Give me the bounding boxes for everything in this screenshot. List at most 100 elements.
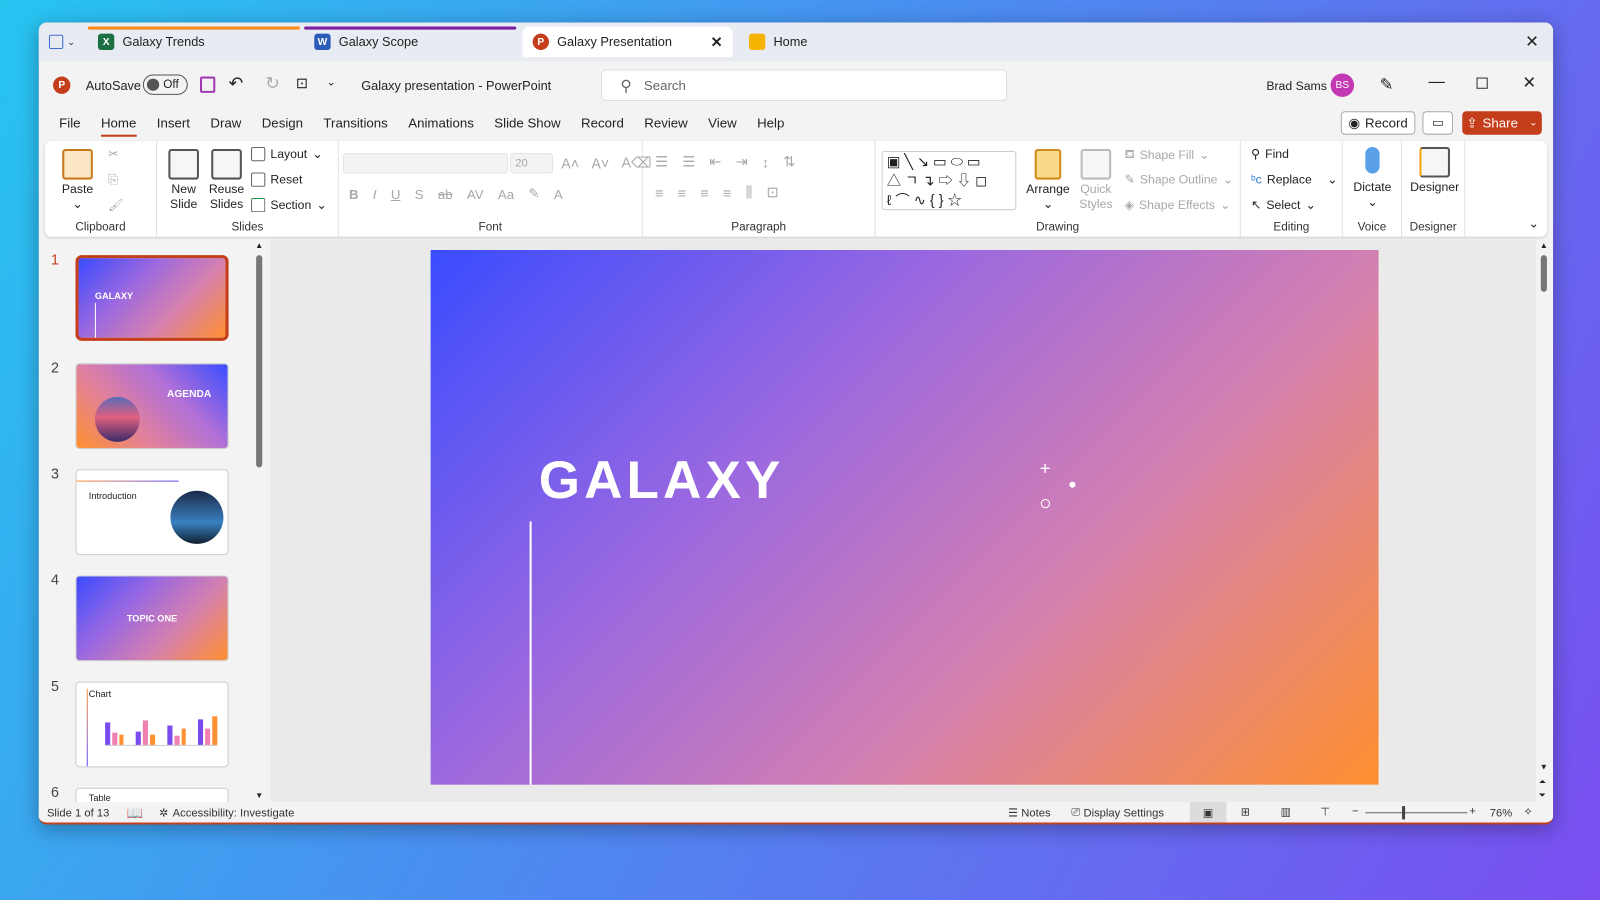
select-button[interactable]: ↖ Select ⌄ xyxy=(1251,198,1316,212)
zoom-out-icon[interactable]: − xyxy=(1352,805,1359,817)
shadow-icon[interactable]: S xyxy=(415,186,424,201)
shape-effects-button[interactable]: ◈ Shape Effects ⌄ xyxy=(1124,198,1230,212)
slide-thumbnail-6[interactable]: Table xyxy=(75,787,229,803)
change-case-icon[interactable]: Aa xyxy=(498,186,514,201)
align-text-icon[interactable]: ⊡ xyxy=(766,184,778,201)
shape-fill-button[interactable]: ⛾ Shape Fill ⌄ xyxy=(1124,147,1209,163)
justify-icon[interactable]: ≡ xyxy=(723,184,731,200)
spacing-icon[interactable]: AV xyxy=(467,186,484,201)
close-tab-icon[interactable]: ✕ xyxy=(710,33,722,50)
fit-to-window-icon[interactable]: ⟡ xyxy=(1524,805,1531,818)
layout-button[interactable]: Layout ⌄ xyxy=(251,146,323,162)
editor-scrollbar[interactable]: ▲ ▼ ⏶ ⏷ xyxy=(1536,239,1553,802)
align-center-icon[interactable]: ≡ xyxy=(678,184,686,200)
new-slide-button[interactable]: New Slide xyxy=(163,148,204,212)
quick-styles-button[interactable]: Quick Styles xyxy=(1076,148,1117,212)
align-right-icon[interactable]: ≡ xyxy=(700,184,708,200)
font-color-icon[interactable]: A xyxy=(554,186,563,201)
slide-thumbnail-3[interactable]: Introduction xyxy=(75,469,229,556)
redo-icon[interactable]: ↻ xyxy=(265,73,280,93)
decrease-indent-icon[interactable]: ⇤ xyxy=(709,153,721,170)
scroll-up-icon[interactable]: ▲ xyxy=(255,241,263,250)
text-direction-icon[interactable]: ⇅ xyxy=(783,153,795,170)
tab-draw[interactable]: Draw xyxy=(200,110,251,137)
comments-button[interactable]: ▭ xyxy=(1422,111,1454,135)
scroll-down-icon[interactable]: ▼ xyxy=(1540,762,1548,771)
save-icon[interactable] xyxy=(199,76,216,93)
scroll-up-icon[interactable]: ▲ xyxy=(1540,241,1548,250)
close-window-icon[interactable]: ✕ xyxy=(1525,32,1539,52)
slideshow-view-icon[interactable]: ⊤ xyxy=(1320,805,1330,818)
tab-help[interactable]: Help xyxy=(747,110,795,137)
slide-sorter-icon[interactable]: ⊞ xyxy=(1241,805,1250,818)
zoom-slider[interactable] xyxy=(1365,806,1468,820)
italic-icon[interactable]: I xyxy=(373,186,377,201)
tab-insert[interactable]: Insert xyxy=(147,110,201,137)
avatar[interactable]: BS xyxy=(1330,73,1355,97)
highlight-icon[interactable]: ✎ xyxy=(528,186,539,202)
user-name[interactable]: Brad Sams xyxy=(1266,79,1327,93)
minimize-icon[interactable]: — xyxy=(1429,73,1445,91)
reuse-slides-button[interactable]: Reuse Slides xyxy=(206,148,247,212)
scroll-thumb[interactable] xyxy=(1540,255,1547,292)
slide-thumbnail-5[interactable]: Chart xyxy=(75,681,229,768)
section-button[interactable]: Section ⌄ xyxy=(251,197,327,213)
cut-icon[interactable]: ✂ xyxy=(108,147,118,161)
zoom-slider-thumb[interactable] xyxy=(1402,806,1406,820)
shapes-gallery[interactable]: ▣╲↘▭⬭▭ △ㄱ↴⇨⇩◻ ℓ⌒∿{}☆ xyxy=(881,151,1017,211)
line-spacing-icon[interactable]: ↕ xyxy=(762,154,769,170)
current-slide[interactable]: GALAXY + xyxy=(430,249,1379,785)
columns-icon[interactable]: ⫼ xyxy=(746,184,753,201)
shrink-font-icon[interactable]: A˅ xyxy=(591,155,609,171)
tab-view[interactable]: View xyxy=(698,110,747,137)
tab-animations[interactable]: Animations xyxy=(398,110,484,137)
zoom-in-icon[interactable]: + xyxy=(1469,805,1476,817)
bullets-icon[interactable]: ☰ xyxy=(655,153,668,170)
slide-thumbnail-2[interactable]: AGENDA xyxy=(75,363,229,449)
format-painter-icon[interactable]: 🖌 xyxy=(108,198,124,212)
tab-galaxy-scope[interactable]: W Galaxy Scope xyxy=(304,27,516,58)
slide-title[interactable]: GALAXY xyxy=(539,450,785,511)
designer-button[interactable]: Designer xyxy=(1406,146,1463,195)
reset-button[interactable]: Reset xyxy=(251,172,302,187)
tab-slide-show[interactable]: Slide Show xyxy=(484,110,571,137)
tab-record[interactable]: Record xyxy=(571,110,634,137)
replace-button[interactable]: ᵇc Replace ⌄ xyxy=(1251,172,1337,186)
dictate-button[interactable]: Dictate ⌄ xyxy=(1347,146,1398,210)
search-input[interactable]: ⚲ Search xyxy=(601,69,1008,102)
display-settings-button[interactable]: ⎚ Display Settings xyxy=(1071,806,1164,819)
shape-outline-button[interactable]: ✎ Shape Outline ⌄ xyxy=(1124,172,1232,186)
notes-button[interactable]: ☰ Notes xyxy=(1008,806,1050,820)
spelling-icon[interactable]: 📖 xyxy=(127,805,144,821)
reading-view-icon[interactable]: ▥ xyxy=(1281,805,1292,818)
scroll-thumb[interactable] xyxy=(256,255,263,468)
bold-icon[interactable]: B xyxy=(349,186,359,201)
previous-slide-icon[interactable]: ⏶ xyxy=(1539,777,1546,788)
grow-font-icon[interactable]: A˄ xyxy=(561,155,579,171)
find-button[interactable]: ⚲ Find xyxy=(1251,147,1289,161)
maximize-icon[interactable] xyxy=(1476,77,1488,89)
numbering-icon[interactable]: ☰ xyxy=(682,153,695,170)
scroll-down-icon[interactable]: ▼ xyxy=(255,791,263,800)
share-button[interactable]: ⇪ Share ⌄ xyxy=(1462,111,1542,135)
tab-menu-button[interactable]: ⌄ xyxy=(48,34,75,49)
copy-icon[interactable]: ⎘ xyxy=(108,172,118,187)
tab-review[interactable]: Review xyxy=(634,110,698,137)
zoom-level[interactable]: 76% xyxy=(1490,807,1512,819)
slide-thumbnail-1[interactable]: GALAXY xyxy=(75,255,229,341)
customize-toolbar-icon[interactable]: ⌄ xyxy=(327,76,336,89)
font-size-dropdown[interactable]: 20 xyxy=(510,153,554,174)
undo-icon[interactable]: ↶ xyxy=(229,73,244,93)
increase-indent-icon[interactable]: ⇥ xyxy=(736,153,748,170)
normal-view-icon[interactable]: ▣ xyxy=(1189,802,1227,823)
tab-home[interactable]: Home xyxy=(91,110,147,137)
tab-file[interactable]: File xyxy=(49,110,91,137)
coauthor-icon[interactable]: ✎ xyxy=(1380,74,1394,94)
next-slide-icon[interactable]: ⏷ xyxy=(1539,790,1546,801)
accessibility-button[interactable]: ✲ Accessibility: Investigate xyxy=(159,806,294,820)
tab-transitions[interactable]: Transitions xyxy=(313,110,398,137)
slide-thumbnail-4[interactable]: TOPIC ONE xyxy=(75,575,229,662)
tab-galaxy-trends[interactable]: X Galaxy Trends xyxy=(88,27,300,58)
tab-galaxy-presentation[interactable]: P Galaxy Presentation ✕ xyxy=(522,26,733,58)
strikethrough-icon[interactable]: ab xyxy=(438,186,453,201)
